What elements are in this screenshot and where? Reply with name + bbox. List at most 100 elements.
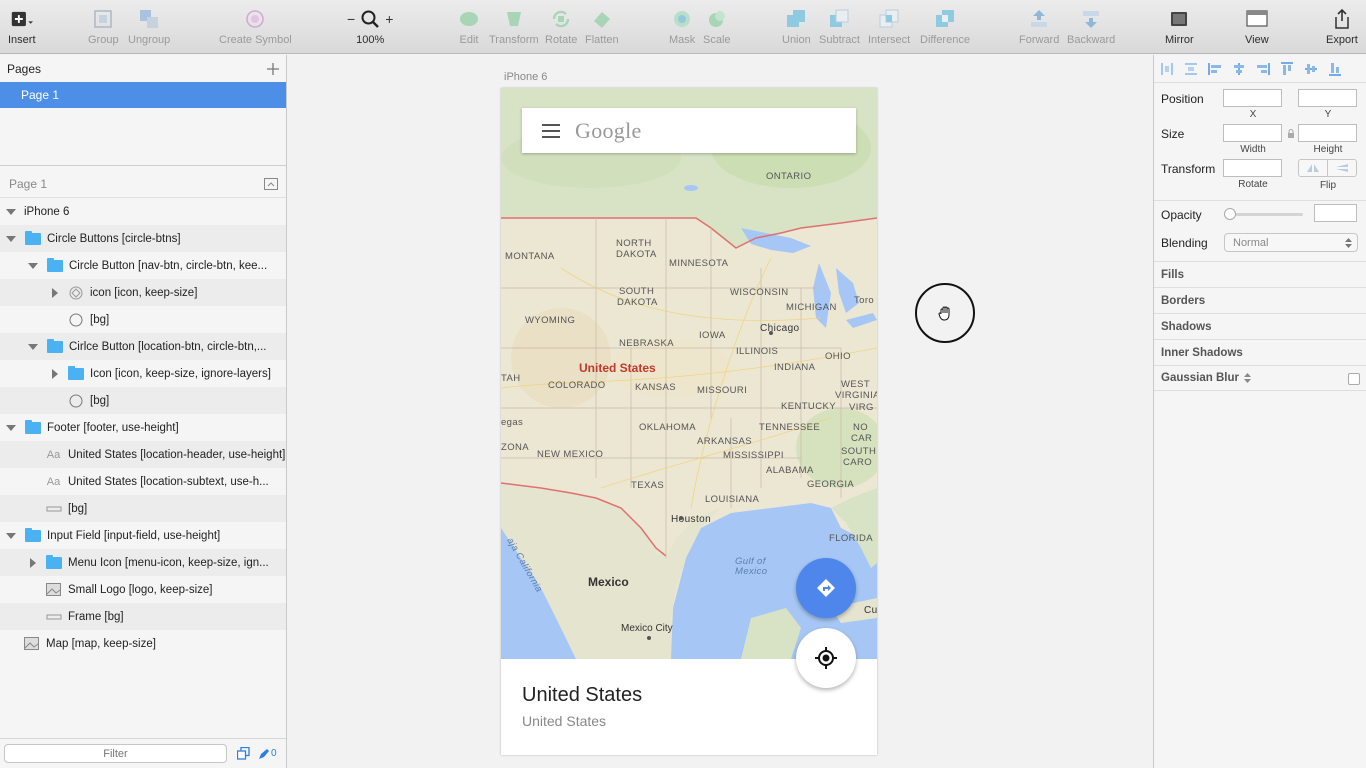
borders-section[interactable]: Borders: [1154, 287, 1366, 313]
view-button[interactable]: View: [1245, 8, 1269, 46]
union-button[interactable]: Union: [782, 8, 811, 46]
flip-vertical-icon[interactable]: [1328, 160, 1356, 176]
layer-bg-footer[interactable]: [bg]: [0, 495, 286, 522]
disclosure-down-icon[interactable]: [28, 262, 38, 269]
insert-button[interactable]: Insert: [8, 8, 36, 46]
map-label-north-carolina-2: CAR: [851, 433, 872, 444]
distribute-horizontal-icon[interactable]: [1160, 62, 1174, 76]
zoom-out-icon[interactable]: −: [347, 11, 355, 27]
subtract-button[interactable]: Subtract: [819, 8, 860, 46]
layer-bg-location[interactable]: [bg]: [0, 387, 286, 414]
layer-circle-buttons[interactable]: Circle Buttons [circle-btns]: [0, 225, 286, 252]
create-symbol-button[interactable]: Create Symbol: [219, 8, 292, 46]
width-field[interactable]: [1223, 124, 1282, 142]
transform-button[interactable]: Transform: [489, 8, 539, 46]
zoom-in-icon[interactable]: +: [385, 11, 393, 27]
export-button[interactable]: Export: [1326, 8, 1358, 46]
inner-shadows-section[interactable]: Inner Shadows: [1154, 339, 1366, 365]
layer-small-logo[interactable]: Small Logo [logo, keep-size]: [0, 576, 286, 603]
layer-map[interactable]: Map [map, keep-size]: [0, 630, 286, 657]
layer-bg-nav[interactable]: [bg]: [0, 306, 286, 333]
align-middle-vertical-icon[interactable]: [1304, 62, 1318, 76]
map-label-west-virginia-1: WEST: [841, 379, 870, 390]
blur-type-arrows-icon[interactable]: [1243, 373, 1251, 383]
rotate-field[interactable]: [1223, 159, 1282, 177]
image-layer-icon: [23, 637, 40, 651]
shadows-section[interactable]: Shadows: [1154, 313, 1366, 339]
layer-footer[interactable]: Footer [footer, use-height]: [0, 414, 286, 441]
edit-button[interactable]: Edit: [458, 8, 480, 46]
page-item-page-1[interactable]: Page 1: [0, 82, 286, 108]
gaussian-blur-checkbox[interactable]: [1348, 373, 1360, 385]
edited-filter-icon[interactable]: [258, 748, 270, 760]
flip-horizontal-icon[interactable]: [1299, 160, 1328, 176]
align-bottom-icon[interactable]: [1328, 62, 1342, 76]
navigation-button[interactable]: [796, 558, 856, 618]
lock-ratio-icon[interactable]: [1287, 129, 1295, 138]
disclosure-right-icon[interactable]: [52, 287, 58, 298]
ungroup-button[interactable]: Ungroup: [128, 8, 170, 46]
backward-button[interactable]: Backward: [1067, 8, 1115, 46]
folder-icon: [24, 230, 41, 246]
layer-location-header[interactable]: Aa United States [location-header, use-h…: [0, 441, 286, 468]
opacity-slider-handle[interactable]: [1224, 208, 1236, 220]
layer-icon-location[interactable]: Icon [icon, keep-size, ignore-layers]: [0, 360, 286, 387]
artboard-label[interactable]: iPhone 6: [504, 71, 547, 83]
symbols-filter-icon[interactable]: [237, 747, 250, 760]
difference-button[interactable]: Difference: [920, 8, 970, 46]
layer-location-subtext[interactable]: Aa United States [location-subtext, use-…: [0, 468, 286, 495]
hamburger-menu-icon[interactable]: [542, 123, 560, 138]
layer-iphone-6[interactable]: iPhone 6: [0, 198, 286, 225]
disclosure-down-icon[interactable]: [6, 235, 16, 242]
disclosure-down-icon[interactable]: [28, 343, 38, 350]
height-field[interactable]: [1298, 124, 1357, 142]
layer-circle-button-nav[interactable]: Circle Button [nav-btn, circle-btn, kee.…: [0, 252, 286, 279]
scale-button[interactable]: Scale: [703, 8, 731, 46]
mirror-button[interactable]: Mirror: [1165, 8, 1194, 46]
filter-input[interactable]: [4, 744, 227, 763]
align-right-icon[interactable]: [1256, 62, 1270, 76]
align-top-icon[interactable]: [1280, 61, 1294, 76]
location-button[interactable]: [796, 628, 856, 688]
intersect-button[interactable]: Intersect: [868, 8, 910, 46]
subtract-icon: [828, 8, 850, 30]
opacity-field[interactable]: [1314, 204, 1357, 222]
map-label-indiana: INDIANA: [774, 362, 816, 373]
opacity-slider[interactable]: [1227, 213, 1303, 216]
gaussian-blur-section[interactable]: Gaussian Blur: [1154, 365, 1366, 391]
map-label-ohio: OHIO: [825, 351, 851, 362]
mask-button[interactable]: Mask: [669, 8, 695, 46]
artboard-iphone-6[interactable]: ONTARIO MONTANA NORTH DAKOTA MINNESOTA S…: [501, 88, 877, 755]
map-label-wyoming: WYOMING: [525, 315, 575, 326]
fills-section[interactable]: Fills: [1154, 261, 1366, 287]
search-input-field[interactable]: Google: [522, 108, 856, 153]
blending-select[interactable]: Normal: [1224, 233, 1358, 252]
layer-circle-button-location[interactable]: Cirlce Button [location-btn, circle-btn,…: [0, 333, 286, 360]
rotate-icon: [550, 8, 572, 30]
layer-input-field[interactable]: Input Field [input-field, use-height]: [0, 522, 286, 549]
add-page-icon[interactable]: [266, 62, 280, 76]
collapse-layers-icon[interactable]: [264, 177, 278, 190]
canvas[interactable]: iPhone 6 ONTARIO MONTANA NORTH DAKOTA MI…: [288, 55, 1152, 768]
disclosure-down-icon[interactable]: [6, 208, 16, 215]
map-label-missouri: MISSOURI: [697, 385, 747, 396]
disclosure-down-icon[interactable]: [6, 532, 16, 539]
disclosure-down-icon[interactable]: [6, 424, 16, 431]
distribute-vertical-icon[interactable]: [1184, 62, 1198, 76]
layer-icon-nav[interactable]: icon [icon, keep-size]: [0, 279, 286, 306]
map-label-mississippi: MISSISSIPPI: [723, 450, 784, 461]
y-label: Y: [1324, 109, 1332, 120]
mask-icon: [671, 8, 693, 30]
flatten-button[interactable]: Flatten: [585, 8, 619, 46]
layer-menu-icon[interactable]: Menu Icon [menu-icon, keep-size, ign...: [0, 549, 286, 576]
disclosure-right-icon[interactable]: [52, 368, 58, 379]
forward-button[interactable]: Forward: [1019, 8, 1059, 46]
position-x-field[interactable]: [1223, 89, 1282, 107]
group-button[interactable]: Group: [88, 8, 119, 46]
align-left-icon[interactable]: [1208, 62, 1222, 76]
position-y-field[interactable]: [1298, 89, 1357, 107]
align-center-horizontal-icon[interactable]: [1232, 62, 1246, 76]
rotate-button[interactable]: Rotate: [545, 8, 577, 46]
layer-frame-bg[interactable]: Frame [bg]: [0, 603, 286, 630]
disclosure-right-icon[interactable]: [30, 557, 36, 568]
